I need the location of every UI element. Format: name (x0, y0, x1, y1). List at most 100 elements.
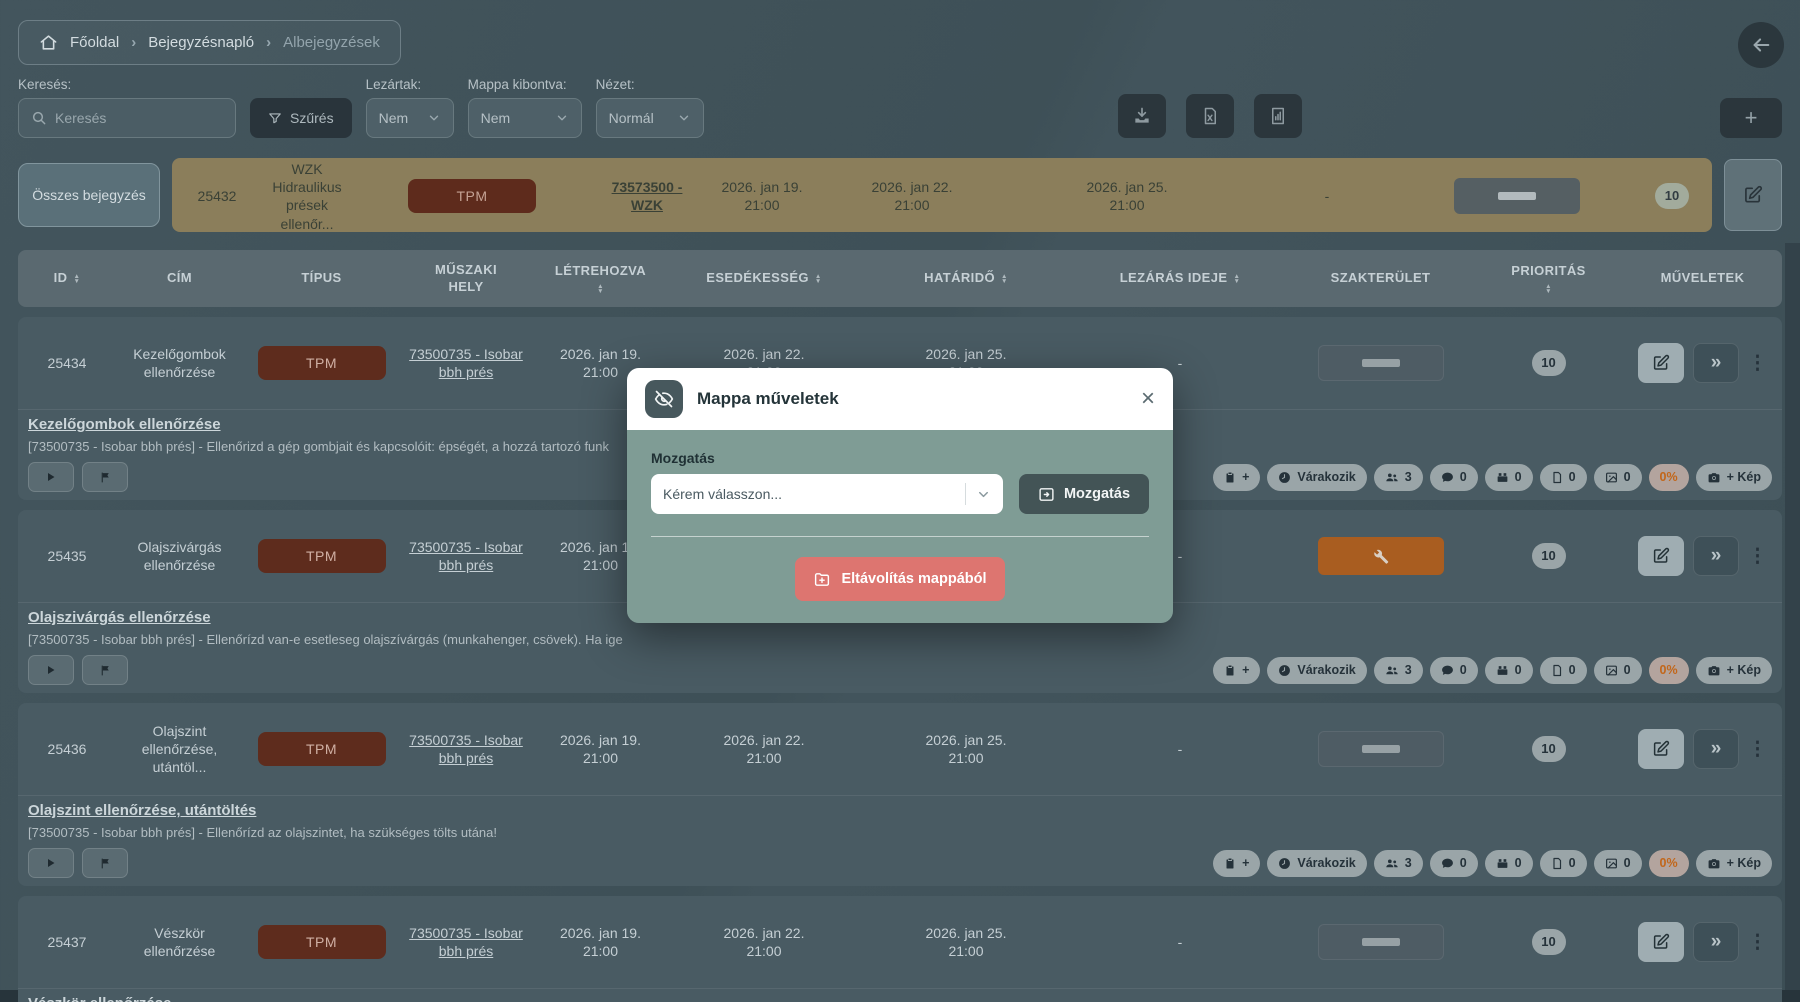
add-photo-chip[interactable]: + Kép (1696, 464, 1772, 491)
breadcrumb-item-fooldal[interactable]: Főoldal (70, 34, 119, 51)
start-button[interactable] (28, 462, 74, 492)
view-filter-group: Nézet: Normál (596, 77, 704, 138)
chat-icon (1441, 471, 1454, 484)
assignees-chip[interactable]: 3 (1374, 464, 1423, 491)
search-input[interactable] (55, 110, 236, 126)
play-icon (45, 664, 57, 676)
add-entry-button[interactable]: + (1720, 98, 1782, 138)
header-esedekesseg[interactable]: ESEDÉKESSÉG▲▼ (669, 266, 859, 290)
forward-button[interactable]: » (1693, 536, 1739, 576)
comments-chip[interactable]: 0 (1430, 657, 1478, 684)
parts-chip[interactable]: 0 (1485, 464, 1533, 491)
images-chip[interactable]: 0 (1594, 850, 1642, 877)
technical-place-link[interactable]: 73500735 - Isobar bbh prés (409, 346, 523, 380)
entry-subtitle-link[interactable]: Kezelőgombok ellenőrzése (28, 416, 221, 433)
due-cell: 2026. jan 22.21:00 (669, 924, 859, 960)
edit-button[interactable] (1638, 343, 1684, 383)
parts-chip[interactable]: 0 (1485, 657, 1533, 684)
add-task-chip[interactable]: + (1213, 464, 1260, 491)
header-prioritas[interactable]: PRIORITÁS▲▼ (1474, 259, 1623, 297)
brick-icon (1496, 857, 1509, 870)
parent-entry-row[interactable]: 25432 WZK Hidraulikus prések ellenőr... … (172, 158, 1712, 232)
view-select[interactable]: Normál (596, 98, 704, 138)
row-menu-button[interactable]: ⋮ (1748, 933, 1767, 952)
all-entries-button[interactable]: Összes bejegyzés (18, 163, 160, 227)
flag-button[interactable] (82, 462, 128, 492)
add-task-chip[interactable]: + (1213, 850, 1260, 877)
specialty-badge[interactable] (1318, 731, 1444, 767)
filter-button[interactable]: Szűrés (250, 98, 352, 138)
home-icon[interactable] (39, 33, 58, 52)
documents-chip[interactable]: 0 (1540, 850, 1587, 877)
specialty-badge[interactable] (1318, 537, 1444, 575)
assignees-chip[interactable]: 3 (1374, 657, 1423, 684)
header-cim: CÍM (116, 266, 243, 290)
images-chip[interactable]: 0 (1594, 657, 1642, 684)
comments-chip[interactable]: 0 (1430, 464, 1478, 491)
topbar: Főoldal › Bejegyzésnapló › Albejegyzések (18, 20, 1782, 65)
excel-file-icon (1201, 106, 1219, 126)
documents-chip[interactable]: 0 (1540, 464, 1587, 491)
flag-button[interactable] (82, 848, 128, 878)
comments-chip[interactable]: 0 (1430, 850, 1478, 877)
forward-button[interactable]: » (1693, 729, 1739, 769)
header-lezaras-ideje[interactable]: LEZÁRÁS IDEJE▲▼ (1073, 266, 1287, 290)
edit-button[interactable] (1638, 729, 1684, 769)
start-button[interactable] (28, 848, 74, 878)
specialty-badge[interactable] (1318, 924, 1444, 960)
edit-button[interactable] (1638, 922, 1684, 962)
edit-button[interactable] (1638, 536, 1684, 576)
forward-button[interactable]: » (1693, 922, 1739, 962)
specialty-badge[interactable] (1318, 345, 1444, 381)
brick-icon (1496, 471, 1509, 484)
row-menu-button[interactable]: ⋮ (1748, 547, 1767, 566)
download-icon (1132, 106, 1152, 126)
breadcrumb-item-bejegyzesnaplo[interactable]: Bejegyzésnapló (148, 34, 254, 51)
technical-place-link[interactable]: 73500735 - Isobar bbh prés (409, 732, 523, 766)
excel-export-button[interactable] (1186, 94, 1234, 138)
dash-icon (1362, 745, 1400, 753)
closed-select[interactable]: Nem (366, 98, 454, 138)
edit-icon (1652, 354, 1670, 372)
header-letrehozva[interactable]: LÉTREHOZVA▲▼ (532, 259, 669, 297)
technical-place-link[interactable]: 73500735 - Isobar bbh prés (409, 925, 523, 959)
header-hatarido[interactable]: HATÁRIDŐ▲▼ (859, 266, 1073, 290)
add-photo-chip[interactable]: + Kép (1696, 657, 1772, 684)
entry-subtitle-link[interactable]: Olajszint ellenőrzése, utántöltés (28, 802, 256, 819)
row-menu-button[interactable]: ⋮ (1748, 740, 1767, 759)
documents-chip[interactable]: 0 (1540, 657, 1587, 684)
entry-description: [73500735 - Isobar bbh prés] - Ellenőríz… (28, 632, 1772, 647)
start-button[interactable] (28, 655, 74, 685)
edit-icon (1652, 933, 1670, 951)
folder-select[interactable]: Kérem válasszon... (651, 474, 1003, 514)
close-icon[interactable]: × (1141, 387, 1155, 411)
assignees-chip[interactable]: 3 (1374, 850, 1423, 877)
header-id[interactable]: ID▲▼ (18, 266, 116, 290)
parent-location-link[interactable]: 73573500 - WZK (612, 179, 683, 213)
flag-button[interactable] (82, 655, 128, 685)
entry-subtitle-link[interactable]: Olajszivárgás ellenőrzése (28, 609, 211, 626)
parent-edit-button[interactable] (1724, 159, 1782, 231)
due-cell: 2026. jan 22.21:00 (669, 731, 859, 767)
parent-specialty-badge[interactable] (1454, 178, 1580, 214)
move-button[interactable]: Mozgatás (1019, 474, 1149, 514)
forward-button[interactable]: » (1693, 343, 1739, 383)
back-button[interactable] (1738, 22, 1784, 68)
parts-chip[interactable]: 0 (1485, 850, 1533, 877)
report-export-button[interactable] (1254, 94, 1302, 138)
play-icon (45, 471, 57, 483)
entry-subtitle-link[interactable]: Vészkör ellenőrzése (28, 995, 171, 1002)
double-chevron-icon: » (1711, 352, 1722, 374)
add-task-chip[interactable]: + (1213, 657, 1260, 684)
file-icon (1551, 664, 1563, 677)
header-muveletek: MŰVELETEK (1623, 266, 1782, 290)
remove-from-folder-button[interactable]: Eltávolítás mappából (795, 557, 1004, 601)
folder-expanded-select[interactable]: Nem (468, 98, 582, 138)
download-button[interactable] (1118, 94, 1166, 138)
entry-description: [73500735 - Isobar bbh prés] - Ellenőríz… (28, 825, 1772, 840)
add-photo-chip[interactable]: + Kép (1696, 850, 1772, 877)
images-chip[interactable]: 0 (1594, 464, 1642, 491)
technical-place-link[interactable]: 73500735 - Isobar bbh prés (409, 539, 523, 573)
badge-strip: + Várakozik 3 0 0 0 0 0% + Kép (1213, 850, 1772, 877)
row-menu-button[interactable]: ⋮ (1748, 354, 1767, 373)
